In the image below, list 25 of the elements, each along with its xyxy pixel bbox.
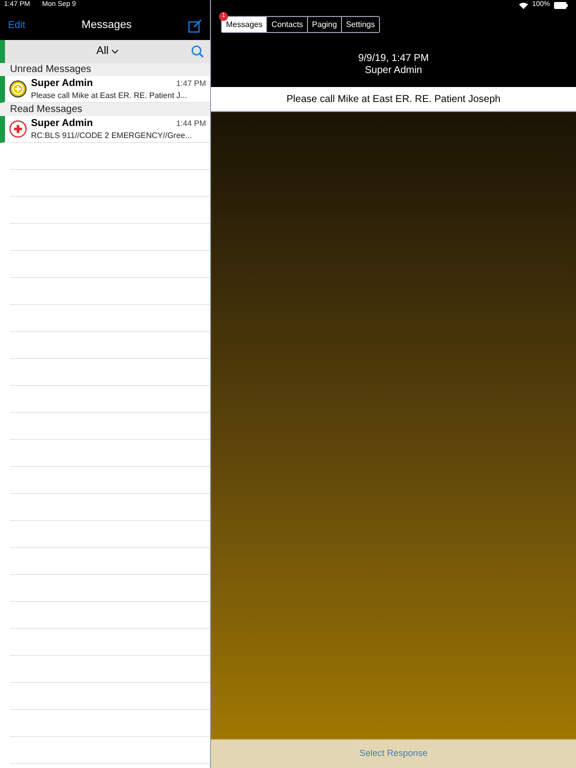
filter-dropdown[interactable]: All — [96, 43, 119, 60]
section-header: Read Messages — [0, 103, 210, 116]
battery-icon — [554, 2, 568, 9]
message-sender: Super Admin — [31, 78, 93, 90]
message-time: 1:44 PM — [176, 118, 206, 130]
tab[interactable]: Messages — [222, 17, 266, 32]
section-header: Unread Messages — [0, 63, 210, 76]
plus-circle-icon — [9, 80, 27, 98]
nav-title: Messages — [82, 18, 132, 34]
message-preview: Please call Mike at East ER. RE. Patient J... — [31, 90, 188, 100]
message-sender: Super Admin — [31, 118, 93, 130]
wifi-icon — [519, 2, 528, 9]
message-timestamp: 9/9/19, 1:47 PM — [358, 53, 429, 65]
tab[interactable]: Settings — [340, 17, 379, 32]
message-sender: Super Admin — [364, 65, 422, 77]
medical-cross-icon — [9, 120, 27, 138]
message-row[interactable]: Super Admin 1:44 PM RC:BLS 911//CODE 2 EMERGENCY//Gree... — [0, 116, 210, 143]
message-text: Please call Mike at East ER. RE. Patient Joseph — [211, 87, 576, 112]
message-preview: RC:BLS 911//CODE 2 EMERGENCY//Gree... — [31, 130, 193, 140]
message-row[interactable]: Super Admin 1:47 PM Please call Mike at East ER. RE. Patient J... — [0, 76, 210, 103]
search-icon[interactable] — [191, 45, 204, 58]
edit-button[interactable]: Edit — [8, 18, 26, 33]
compose-icon[interactable] — [188, 18, 202, 32]
message-time: 1:47 PM — [176, 78, 206, 90]
chevron-down-icon — [110, 48, 119, 54]
